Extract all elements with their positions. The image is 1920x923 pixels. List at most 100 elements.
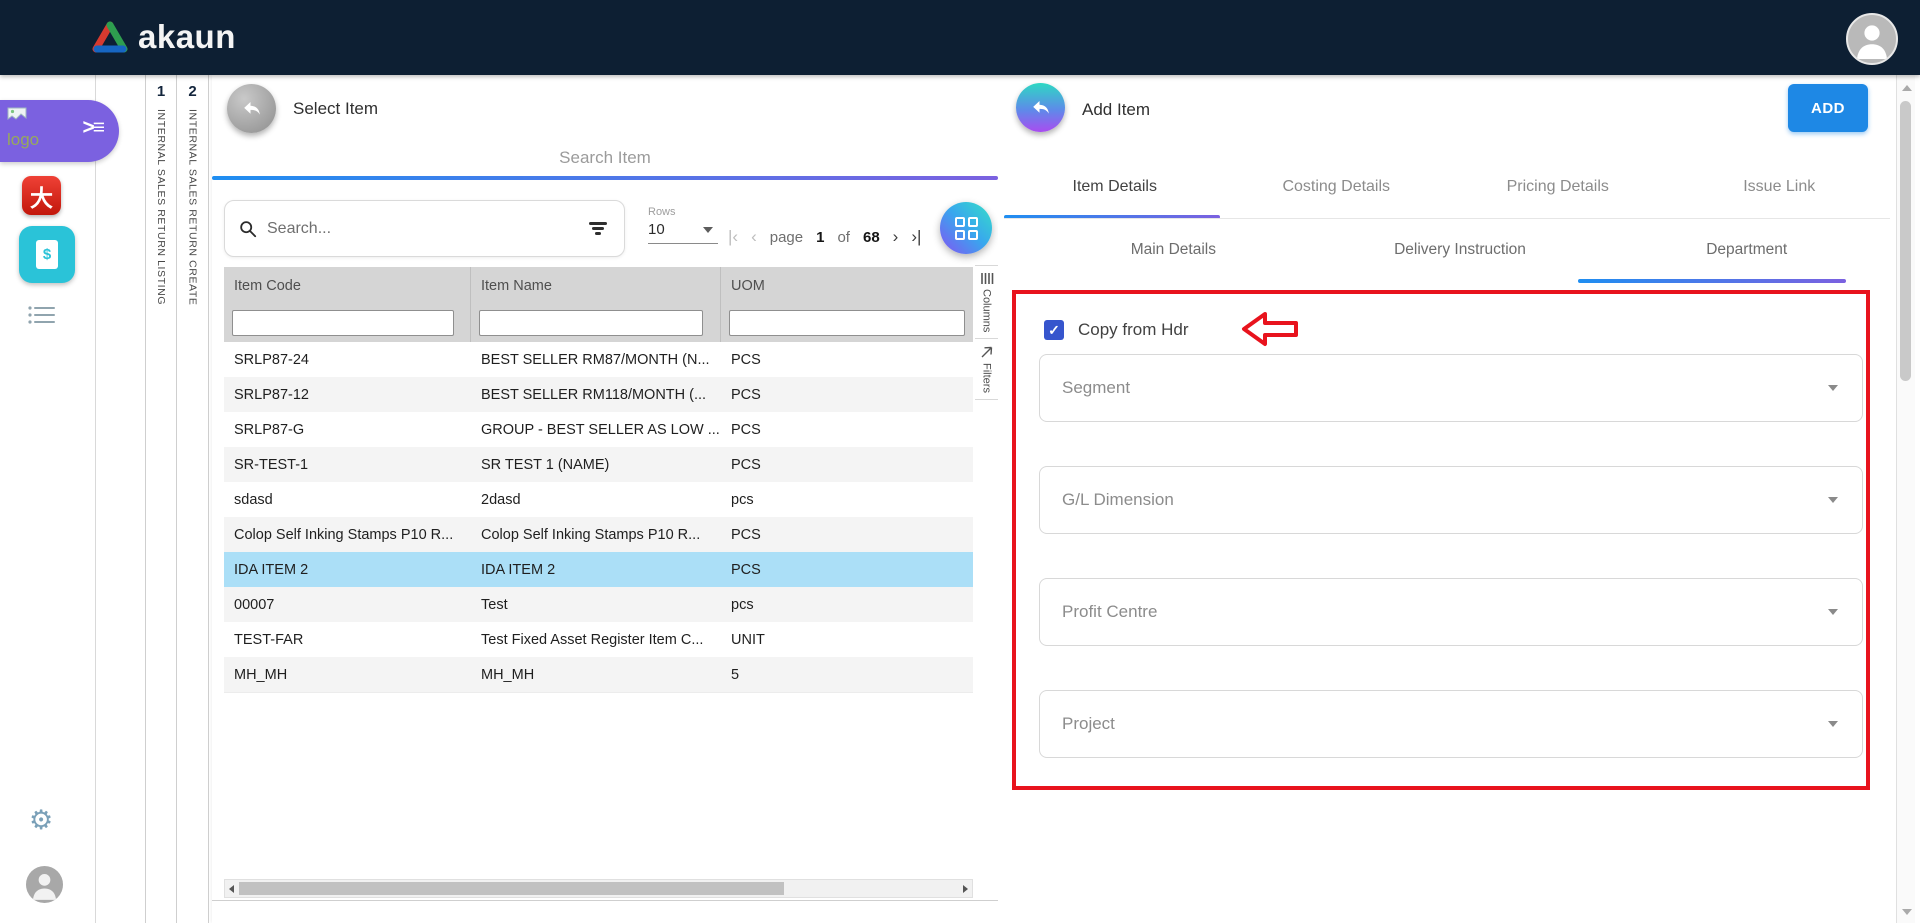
tab-costing-details[interactable]: Costing Details bbox=[1226, 170, 1448, 214]
panel-title: Add Item bbox=[1082, 100, 1150, 120]
column-header-uom[interactable]: UOM bbox=[721, 267, 973, 304]
pagination: |‹ ‹ page 1 of 68 › ›| bbox=[728, 227, 921, 247]
scroll-up-arrow[interactable] bbox=[1902, 85, 1912, 91]
settings-button[interactable]: ⚙ bbox=[29, 805, 53, 836]
table-filter-row bbox=[224, 304, 973, 342]
first-page-button[interactable]: |‹ bbox=[728, 227, 738, 247]
workspace-tab-listing[interactable]: 1 INTERNAL SALES RETURN LISTING bbox=[145, 75, 177, 923]
tab-issue-link[interactable]: Issue Link bbox=[1669, 170, 1891, 214]
last-page-button[interactable]: ›| bbox=[911, 227, 921, 247]
rows-per-page[interactable]: Rows 10 bbox=[648, 206, 718, 244]
broken-image-icon bbox=[7, 107, 27, 124]
filter-input-uom[interactable] bbox=[729, 310, 965, 336]
cell-uom: PCS bbox=[721, 412, 973, 447]
subtab-delivery-instruction[interactable]: Delivery Instruction bbox=[1317, 235, 1604, 265]
brand-logo[interactable]: akaun bbox=[92, 18, 236, 56]
horizontal-scrollbar[interactable] bbox=[224, 879, 973, 898]
table-row[interactable]: 00007 Test pcs bbox=[224, 587, 973, 623]
chevron-down-icon bbox=[1828, 385, 1838, 391]
next-page-button[interactable]: › bbox=[893, 227, 899, 247]
dollar-document-icon: $ bbox=[36, 240, 58, 269]
scroll-down-arrow[interactable] bbox=[1902, 909, 1912, 915]
select-item-panel: Select Item Search Item Rows 10 |‹ bbox=[212, 75, 999, 923]
brand-triangle-icon bbox=[92, 21, 128, 53]
tab-item-details[interactable]: Item Details bbox=[1004, 170, 1226, 214]
search-input[interactable] bbox=[265, 219, 588, 239]
gl-dimension-dropdown[interactable]: G/L Dimension bbox=[1039, 466, 1863, 534]
copy-from-hdr-checkbox[interactable]: ✓ bbox=[1044, 320, 1064, 340]
table-row[interactable]: SRLP87-12 BEST SELLER RM118/MONTH (... P… bbox=[224, 377, 973, 413]
gl-dimension-label: G/L Dimension bbox=[1062, 490, 1828, 510]
cell-uom: PCS bbox=[721, 517, 973, 552]
app-sidebar: logo >≡ 大 $ ⚙ bbox=[0, 75, 96, 923]
cell-item-code: SRLP87-12 bbox=[224, 377, 471, 412]
column-header-item-name[interactable]: Item Name bbox=[471, 267, 721, 304]
grid-view-button[interactable] bbox=[940, 202, 992, 254]
sub-tabs: Main Details Delivery Instruction Depart… bbox=[1030, 235, 1890, 265]
user-avatar[interactable] bbox=[1846, 13, 1898, 65]
add-button[interactable]: ADD bbox=[1788, 84, 1868, 132]
cell-item-name: Test bbox=[471, 587, 721, 622]
sidebar-app-billing[interactable]: $ bbox=[19, 226, 75, 283]
page-word: page bbox=[770, 229, 803, 246]
filter-list-icon[interactable] bbox=[588, 220, 608, 238]
sidebar-logo-pill[interactable]: logo >≡ bbox=[0, 100, 119, 162]
cell-uom: PCS bbox=[721, 342, 973, 377]
table-row[interactable]: Colop Self Inking Stamps P10 R... Colop … bbox=[224, 517, 973, 553]
vertical-scroll-thumb[interactable] bbox=[1900, 101, 1911, 381]
cell-item-code: TEST-FAR bbox=[224, 622, 471, 657]
cell-item-code: SRLP87-G bbox=[224, 412, 471, 447]
filters-button[interactable]: Filters bbox=[975, 339, 998, 400]
cell-uom: PCS bbox=[721, 377, 973, 412]
scroll-left-arrow[interactable] bbox=[229, 885, 234, 893]
columns-icon bbox=[980, 272, 994, 285]
profit-centre-dropdown[interactable]: Profit Centre bbox=[1039, 578, 1863, 646]
table-row-selected[interactable]: IDA ITEM 2 IDA ITEM 2 PCS bbox=[224, 552, 973, 588]
cell-item-name: Colop Self Inking Stamps P10 R... bbox=[471, 517, 721, 552]
gear-icon: ⚙ bbox=[29, 805, 53, 835]
grid-icon bbox=[955, 217, 978, 240]
logo-placeholder-text: logo bbox=[7, 130, 39, 150]
scroll-right-arrow[interactable] bbox=[963, 885, 968, 893]
panel-title: Select Item bbox=[293, 99, 378, 119]
cell-item-code: Colop Self Inking Stamps P10 R... bbox=[224, 517, 471, 552]
cell-item-code: sdasd bbox=[224, 482, 471, 517]
back-button[interactable] bbox=[227, 84, 276, 133]
filter-input-item-code[interactable] bbox=[232, 310, 454, 336]
filters-label: Filters bbox=[981, 363, 993, 393]
sidebar-app-cn[interactable]: 大 bbox=[22, 176, 61, 215]
filter-flag-icon bbox=[980, 345, 994, 359]
tab-search-item[interactable]: Search Item bbox=[212, 148, 998, 168]
chevron-down-icon bbox=[1828, 609, 1838, 615]
chevron-down-icon bbox=[1828, 721, 1838, 727]
segment-dropdown[interactable]: Segment bbox=[1039, 354, 1863, 422]
subtab-main-details[interactable]: Main Details bbox=[1030, 235, 1317, 265]
table-row[interactable]: SRLP87-24 BEST SELLER RM87/MONTH (N... P… bbox=[224, 342, 973, 378]
workspace-tab-label: INTERNAL SALES RETURN CREATE bbox=[187, 109, 199, 306]
horizontal-scroll-thumb[interactable] bbox=[239, 882, 784, 895]
sidebar-list-button[interactable] bbox=[27, 304, 57, 331]
table-row[interactable]: SR-TEST-1 SR TEST 1 (NAME) PCS bbox=[224, 447, 973, 483]
rows-value: 10 bbox=[648, 221, 665, 238]
project-dropdown[interactable]: Project bbox=[1039, 690, 1863, 758]
table-row[interactable]: sdasd 2dasd pcs bbox=[224, 482, 973, 518]
tab-pricing-details[interactable]: Pricing Details bbox=[1447, 170, 1669, 214]
table-row[interactable]: SRLP87-G GROUP - BEST SELLER AS LOW ... … bbox=[224, 412, 973, 448]
of-word: of bbox=[837, 229, 850, 246]
back-button[interactable] bbox=[1016, 83, 1065, 132]
cn-glyph: 大 bbox=[30, 179, 53, 213]
prev-page-button[interactable]: ‹ bbox=[751, 227, 757, 247]
subtab-department[interactable]: Department bbox=[1603, 235, 1890, 265]
column-header-item-code[interactable]: Item Code bbox=[224, 267, 471, 304]
search-box bbox=[224, 200, 625, 257]
filter-input-item-name[interactable] bbox=[479, 310, 703, 336]
search-icon[interactable] bbox=[239, 220, 257, 238]
vertical-scrollbar[interactable] bbox=[1896, 75, 1915, 923]
columns-button[interactable]: Columns bbox=[975, 265, 998, 339]
chevron-down-icon bbox=[703, 227, 713, 233]
table-row[interactable]: MH_MH MH_MH 5 bbox=[224, 657, 973, 693]
table-row[interactable]: TEST-FAR Test Fixed Asset Register Item … bbox=[224, 622, 973, 658]
workspace-tab-label: INTERNAL SALES RETURN LISTING bbox=[155, 109, 167, 305]
account-button[interactable] bbox=[26, 866, 63, 903]
workspace-tab-create[interactable]: 2 INTERNAL SALES RETURN CREATE bbox=[176, 75, 209, 923]
